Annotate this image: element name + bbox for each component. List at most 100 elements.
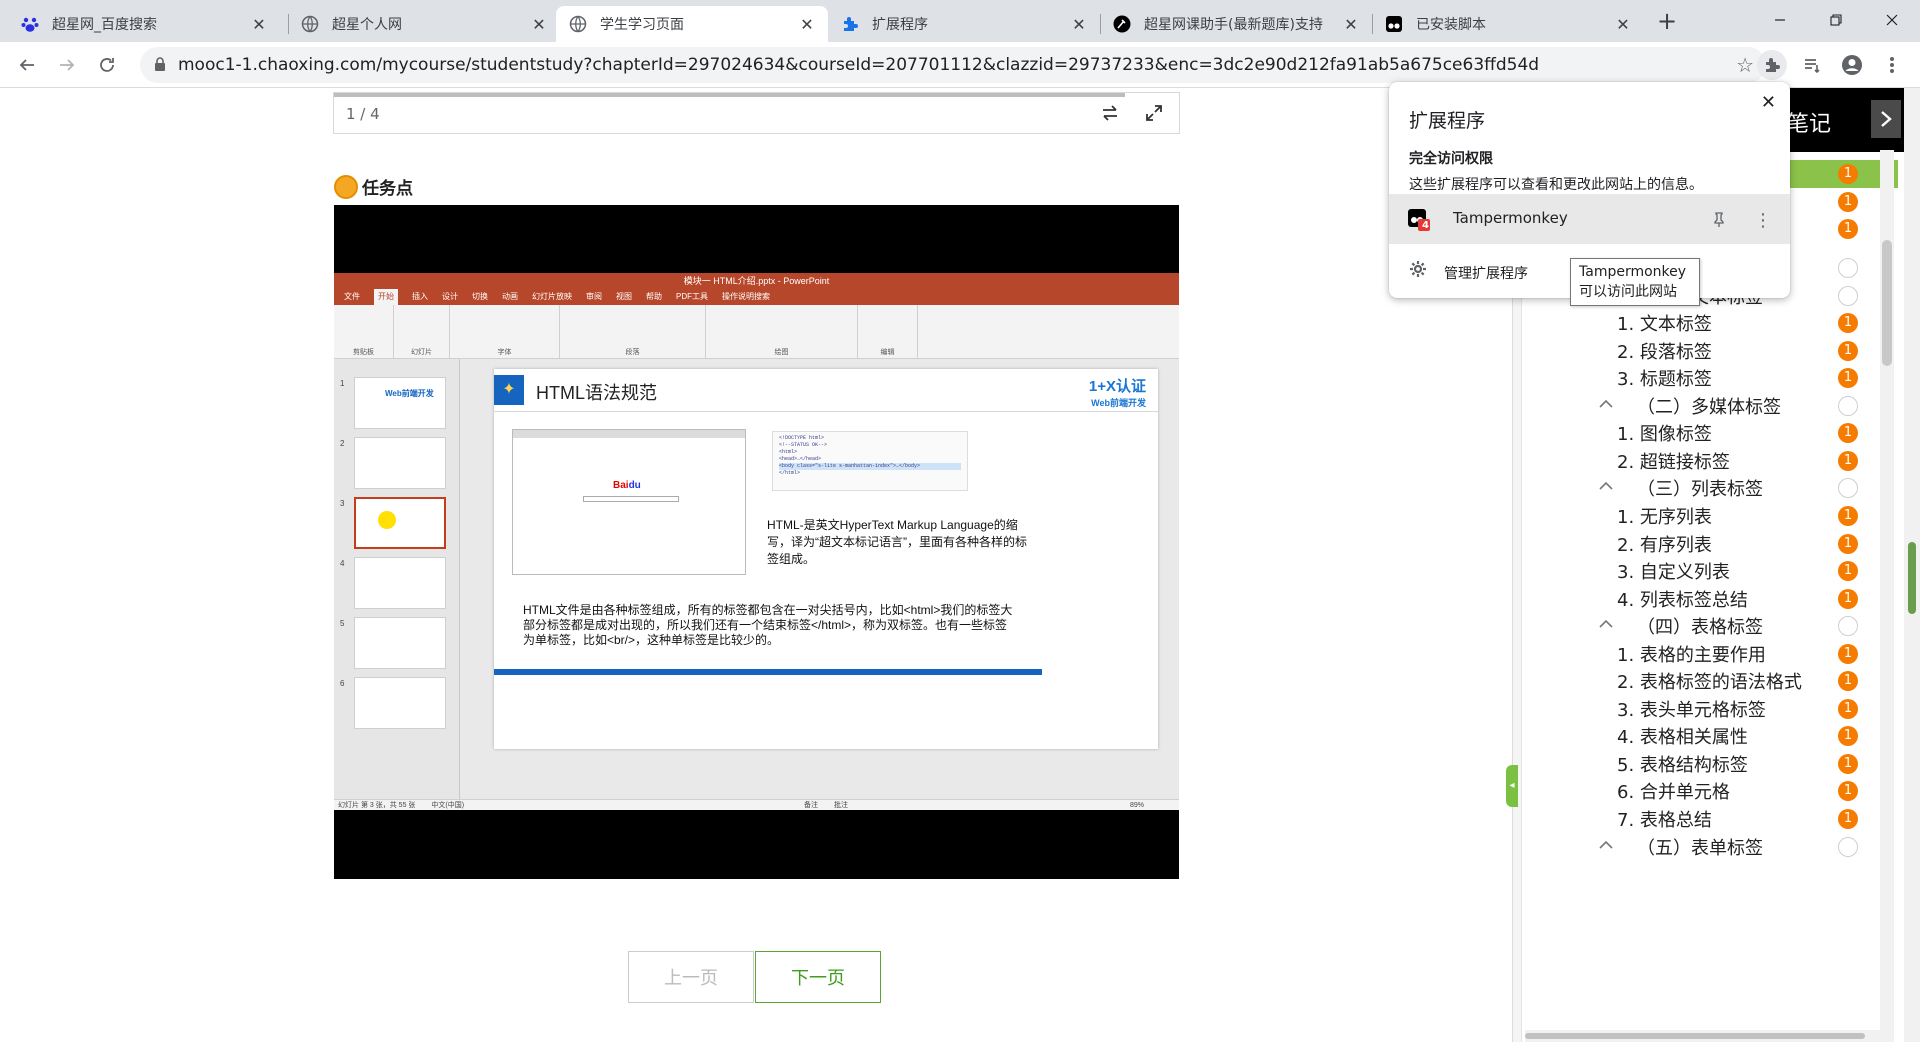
chapter-tree-item[interactable]: 2. 超链接标签 bbox=[1521, 447, 1861, 474]
ppt-menu-item: 开始 bbox=[374, 289, 398, 305]
close-icon[interactable]: ✕ bbox=[1342, 15, 1360, 34]
fullscreen-icon[interactable] bbox=[1144, 103, 1164, 127]
lock-icon[interactable] bbox=[154, 57, 166, 77]
slide-thumbnail: Web前端开发 bbox=[354, 377, 446, 429]
tab-title: 已安装脚本 bbox=[1416, 17, 1486, 33]
sidebar-collapse-handle[interactable]: ◂ bbox=[1506, 765, 1518, 807]
chapter-tree-item[interactable]: （二）多媒体标签 bbox=[1521, 392, 1861, 419]
tab-installed-scripts[interactable]: 已安装脚本 ✕ bbox=[1372, 6, 1644, 42]
chapter-tree-label: 4. 表格相关属性 bbox=[1617, 726, 1748, 748]
chevron-up-icon[interactable] bbox=[1599, 398, 1613, 413]
chapter-tree-item[interactable]: 2. 有序列表 bbox=[1521, 530, 1861, 557]
address-bar[interactable]: mooc1-1.chaoxing.com/mycourse/studentstu… bbox=[140, 47, 1766, 83]
task-count-badge: 1 bbox=[1838, 809, 1858, 829]
ppt-menu-item: 切换 bbox=[472, 292, 488, 301]
bookmark-star-icon[interactable]: ☆ bbox=[1736, 53, 1754, 77]
chapter-tree-item[interactable]: 5. 表格结构标签 bbox=[1521, 750, 1861, 777]
back-button[interactable] bbox=[12, 50, 42, 80]
chapter-tree-item[interactable]: 3. 标题标签 bbox=[1521, 364, 1861, 391]
chapter-tree-item[interactable]: 1. 文本标签 bbox=[1521, 309, 1861, 336]
thumb-number: 5 bbox=[340, 619, 345, 628]
chapter-tree-item[interactable]: （四）表格标签 bbox=[1521, 612, 1861, 639]
ppt-thumbnail-pane: 1 Web前端开发 2 3 4 5 6 bbox=[334, 359, 460, 799]
extension-row-tampermonkey[interactable]: 4 Tampermonkey ⋮ bbox=[1389, 194, 1790, 244]
notes-label[interactable]: 笔记 bbox=[1787, 106, 1831, 138]
tab-strip: 超星网_百度搜索 ✕ 超星个人网 ✕ 学生学习页面 ✕ 扩展程序 ✕ 超星网课助… bbox=[0, 0, 1920, 42]
chapter-tree-label: 7. 表格总结 bbox=[1617, 809, 1712, 831]
chapter-tree-label: 2. 段落标签 bbox=[1617, 341, 1712, 363]
slide-thumbnail bbox=[354, 557, 446, 609]
manage-extensions-label: 管理扩展程序 bbox=[1444, 266, 1528, 282]
ppt-menu-item: 操作说明搜索 bbox=[722, 292, 770, 301]
chapter-tree-item[interactable]: （三）列表标签 bbox=[1521, 474, 1861, 501]
tab-title: 扩展程序 bbox=[872, 17, 928, 33]
tab-title: 超星网课助手(最新题库)支持 bbox=[1144, 17, 1323, 33]
ppt-ribbon: 剪贴板 幻灯片 字体 段落 绘图 编辑 bbox=[334, 305, 1179, 359]
chapter-tree-item[interactable]: 1. 无序列表 bbox=[1521, 502, 1861, 529]
pin-icon[interactable] bbox=[1705, 206, 1733, 234]
forward-button[interactable] bbox=[52, 50, 82, 80]
badge-main: 1+X认证 bbox=[1088, 378, 1146, 395]
browser-menu-icon[interactable] bbox=[1877, 50, 1907, 80]
chapter-tree-item[interactable]: 3. 自定义列表 bbox=[1521, 557, 1861, 584]
reload-button[interactable] bbox=[92, 50, 122, 80]
globe-icon bbox=[568, 14, 588, 34]
task-count-badge: 1 bbox=[1838, 451, 1858, 471]
chapter-tree-item[interactable]: 1. 表格的主要作用 bbox=[1521, 640, 1861, 667]
video-player[interactable]: 模块一 HTML介绍.pptx - PowerPoint 文件 开始 插入 设计… bbox=[334, 205, 1179, 879]
ppt-status-lang: 中文(中国) bbox=[431, 802, 465, 809]
sidebar-horizontal-scrollbar[interactable] bbox=[1525, 1030, 1885, 1042]
swap-arrows-icon[interactable] bbox=[1100, 103, 1120, 127]
new-tab-button[interactable]: + bbox=[1652, 6, 1682, 36]
gear-icon bbox=[1409, 260, 1429, 280]
ppt-menu-item: 视图 bbox=[616, 292, 632, 301]
chevron-up-icon[interactable] bbox=[1599, 839, 1613, 854]
cursor-highlight bbox=[378, 511, 396, 529]
minimize-button[interactable] bbox=[1752, 0, 1808, 40]
more-vert-icon[interactable]: ⋮ bbox=[1749, 206, 1777, 234]
task-count-badge: 1 bbox=[1838, 164, 1858, 184]
slide-thumbnail bbox=[354, 437, 446, 489]
chapter-tree-item[interactable]: 6. 合并单元格 bbox=[1521, 777, 1861, 804]
close-icon[interactable]: ✕ bbox=[530, 15, 548, 34]
globe-icon bbox=[300, 14, 320, 34]
chapter-tree-item[interactable]: 1. 图像标签 bbox=[1521, 419, 1861, 446]
chevron-up-icon[interactable] bbox=[1599, 618, 1613, 633]
slide-bottom-bar bbox=[494, 669, 1042, 675]
extensions-puzzle-button[interactable] bbox=[1757, 50, 1787, 80]
close-icon[interactable]: ✕ bbox=[250, 15, 268, 34]
tab-chaoxing-personal[interactable]: 超星个人网 ✕ bbox=[288, 6, 560, 42]
close-icon[interactable]: ✕ bbox=[1761, 92, 1776, 113]
next-page-button[interactable]: 下一页 bbox=[755, 951, 881, 1003]
profile-avatar-icon[interactable] bbox=[1837, 50, 1867, 80]
chapter-tree-item[interactable]: 4. 列表标签总结 bbox=[1521, 585, 1861, 612]
reading-list-icon[interactable] bbox=[1797, 50, 1827, 80]
close-icon[interactable]: ✕ bbox=[1614, 15, 1632, 34]
chapter-tree-item[interactable]: （五）表单标签 bbox=[1521, 833, 1861, 860]
chapter-tree-item[interactable]: 4. 表格相关属性 bbox=[1521, 722, 1861, 749]
tab-student-study[interactable]: 学生学习页面 ✕ bbox=[556, 6, 828, 42]
tab-greasyfork-script[interactable]: 超星网课助手(最新题库)支持 ✕ bbox=[1100, 6, 1372, 42]
page-scrollbar[interactable] bbox=[1904, 88, 1920, 1042]
chevron-right-icon[interactable] bbox=[1871, 100, 1901, 138]
chapter-tree-label: 1. 表格的主要作用 bbox=[1617, 644, 1766, 666]
close-icon[interactable]: ✕ bbox=[1070, 15, 1088, 34]
tab-extensions[interactable]: 扩展程序 ✕ bbox=[828, 6, 1100, 42]
chapter-tree-item[interactable]: 3. 表头单元格标签 bbox=[1521, 695, 1861, 722]
thumb-number: 2 bbox=[340, 439, 345, 448]
slide-code-snippet: <!DOCTYPE html> <!--STATUS OK--> <html> … bbox=[772, 431, 968, 491]
restore-button[interactable] bbox=[1808, 0, 1864, 40]
tab-baidu-search[interactable]: 超星网_百度搜索 ✕ bbox=[8, 6, 280, 42]
sidebar-scrollbar[interactable] bbox=[1880, 150, 1894, 1042]
prev-page-button[interactable]: 上一页 bbox=[628, 951, 754, 1003]
task-status-circle bbox=[1838, 258, 1858, 278]
chapter-tree-item[interactable]: 7. 表格总结 bbox=[1521, 805, 1861, 832]
close-window-button[interactable] bbox=[1864, 0, 1920, 40]
chevron-up-icon[interactable] bbox=[1599, 480, 1613, 495]
powerpoint-screenshot: 模块一 HTML介绍.pptx - PowerPoint 文件 开始 插入 设计… bbox=[334, 273, 1179, 810]
chapter-tree-item[interactable]: 2. 表格标签的语法格式 bbox=[1521, 667, 1861, 694]
close-icon[interactable]: ✕ bbox=[798, 15, 816, 34]
badge-sub: Web前端开发 bbox=[1091, 398, 1146, 408]
chapter-tree-item[interactable]: 2. 段落标签 bbox=[1521, 337, 1861, 364]
puzzle-icon bbox=[840, 14, 860, 34]
